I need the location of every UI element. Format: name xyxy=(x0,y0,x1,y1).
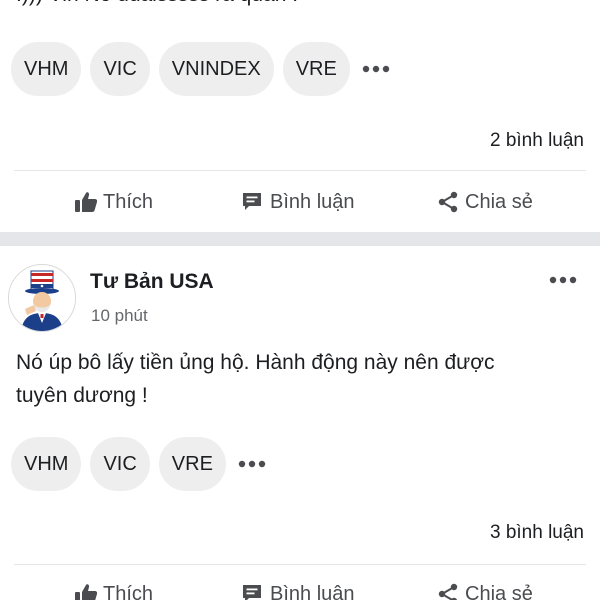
tag-vre[interactable]: VRE xyxy=(282,42,350,96)
stock-tags: VHM VIC VRE xyxy=(11,437,269,491)
tag-vic[interactable]: VIC xyxy=(90,42,150,96)
comment-button[interactable]: Bình luận xyxy=(241,182,355,222)
post-card: Tư Bản USA 10 phút Nó úp bô lấy tiền ủng… xyxy=(0,246,600,600)
post-menu-button[interactable] xyxy=(548,270,578,290)
post-card: .))) Vin Nó ddaisssss rà quần ! VHM VIC … xyxy=(0,0,600,232)
post-text: Nó úp bô lấy tiền ủng hộ. Hành động này … xyxy=(16,351,495,407)
post-actions: Thích Bình luận Chia sẻ xyxy=(0,574,600,600)
comment-icon xyxy=(243,585,261,600)
share-icon xyxy=(438,191,458,213)
feed: .))) Vin Nó ddaisssss rà quần ! VHM VIC … xyxy=(0,0,600,600)
more-horizontal-icon xyxy=(238,460,266,468)
divider xyxy=(14,564,586,565)
share-button[interactable]: Chia sẻ xyxy=(436,182,533,222)
more-horizontal-icon xyxy=(362,65,390,73)
tag-vic[interactable]: VIC xyxy=(90,437,150,491)
post-author[interactable]: Tư Bản USA xyxy=(90,270,214,294)
tag-vre[interactable]: VRE xyxy=(158,437,226,491)
stock-tags: VHM VIC VNINDEX VRE xyxy=(11,42,393,96)
more-tags-button[interactable] xyxy=(235,437,269,491)
more-horizontal-icon xyxy=(549,276,577,284)
share-label: Chia sẻ xyxy=(465,190,533,213)
like-label: Thích xyxy=(103,582,154,600)
divider xyxy=(14,170,586,171)
thumbs-up-icon xyxy=(75,192,98,212)
uncle-sam-avatar xyxy=(9,265,75,331)
like-button[interactable]: Thích xyxy=(74,574,153,600)
post-separator xyxy=(0,232,600,246)
share-button[interactable]: Chia sẻ xyxy=(436,574,533,600)
more-tags-button[interactable] xyxy=(359,42,393,96)
comment-label: Bình luận xyxy=(270,582,355,600)
comment-icon xyxy=(243,193,261,210)
thumbs-up-icon xyxy=(75,584,98,600)
post-time: 10 phút xyxy=(91,306,148,325)
comment-count[interactable]: 3 bình luận xyxy=(490,522,584,544)
share-icon xyxy=(438,583,458,600)
like-label: Thích xyxy=(103,190,154,213)
comment-count[interactable]: 2 bình luận xyxy=(490,130,584,152)
avatar[interactable] xyxy=(8,264,76,332)
tag-vhm[interactable]: VHM xyxy=(11,437,82,491)
comment-button[interactable]: Bình luận xyxy=(241,574,355,600)
post-actions: Thích Bình luận Chia sẻ xyxy=(0,182,600,222)
share-label: Chia sẻ xyxy=(465,582,533,600)
comment-label: Bình luận xyxy=(270,190,355,213)
like-button[interactable]: Thích xyxy=(74,182,153,222)
post-text: .))) Vin Nó ddaisssss rà quần ! xyxy=(16,0,586,11)
tag-vhm[interactable]: VHM xyxy=(11,42,82,96)
tag-vnindex[interactable]: VNINDEX xyxy=(158,42,274,96)
